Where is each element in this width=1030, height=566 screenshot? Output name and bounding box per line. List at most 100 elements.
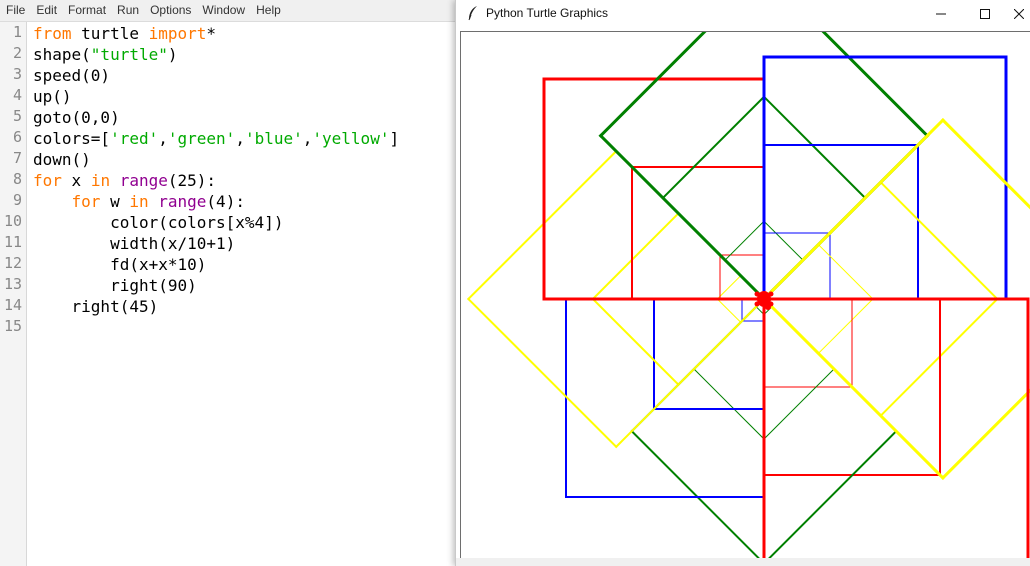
code-token: right(90): [33, 276, 197, 295]
code-line[interactable]: goto(0,0): [33, 107, 120, 128]
code-line[interactable]: for w in range(4):: [33, 191, 245, 212]
turtle-path-segment: [716, 274, 742, 300]
close-icon: [1014, 8, 1024, 19]
code-token: x: [61, 171, 91, 190]
code-token: goto(0,0): [33, 108, 120, 127]
code-token: ]: [389, 129, 400, 148]
minimize-icon: [936, 13, 946, 14]
minimize-button[interactable]: [919, 0, 963, 27]
code-line[interactable]: colors=['red','green','blue','yellow']: [33, 128, 399, 149]
code-token: color(colors[x%4]): [33, 213, 284, 232]
menu-edit[interactable]: Edit: [30, 0, 62, 21]
turtle-path-segment: [591, 211, 680, 301]
code-line[interactable]: from turtle import*: [33, 23, 216, 44]
code-line[interactable]: fd(x+x*10): [33, 254, 206, 275]
code-token: speed(0): [33, 66, 111, 85]
feather-icon: [468, 6, 477, 21]
turtle-path-segment: [716, 298, 742, 324]
code-token: *: [206, 24, 217, 43]
window-bottom-edge: [456, 558, 1030, 566]
turtle-canvas[interactable]: [461, 32, 1030, 559]
line-number: 6: [12, 128, 22, 146]
line-number-gutter: 1 2 3 4 5 6 7 8 9 10 11 12 13 14 15: [0, 22, 27, 566]
window-title: Python Turtle Graphics: [486, 6, 609, 20]
code-token: (4):: [206, 192, 245, 211]
code-token: ): [167, 45, 178, 64]
code-line[interactable]: right(90): [33, 275, 197, 296]
code-line[interactable]: for x in range(25):: [33, 170, 216, 191]
code-token: colors=[: [33, 129, 111, 148]
turtle-path-segment: [761, 296, 946, 481]
line-number: 2: [12, 44, 22, 62]
code-token: ,: [302, 129, 313, 148]
line-number: 5: [12, 107, 22, 125]
code-line[interactable]: down(): [33, 149, 91, 170]
line-number: 14: [3, 296, 22, 314]
code-token: import: [148, 24, 207, 43]
code-line[interactable]: up(): [33, 86, 72, 107]
turtle-path-segment: [466, 149, 618, 301]
code-token: width(x/10+1): [33, 234, 236, 253]
code-token: down(): [33, 150, 91, 169]
turtle-path-segment: [817, 243, 874, 300]
code-token: in: [90, 171, 111, 190]
turtle-canvas-frame: [460, 31, 1030, 559]
maximize-icon: [980, 8, 990, 19]
idle-editor-window: File Edit Format Run Options Window Help 12345…: [0, 0, 460, 566]
turtle-path-segment: [693, 368, 765, 440]
turtle-path-segment: [762, 95, 867, 200]
code-token: 'blue': [244, 129, 303, 148]
turtle-path-segment: [724, 220, 765, 261]
turtle-path-segment: [761, 117, 946, 302]
turtle-path-segment: [466, 297, 618, 449]
turtle-path-segment: [940, 117, 1030, 210]
turtle-path-segment: [598, 133, 767, 302]
turtle-path-segment: [591, 297, 680, 387]
code-token: for: [71, 192, 101, 211]
menu-file[interactable]: File: [0, 0, 30, 21]
code-line[interactable]: speed(0): [33, 65, 110, 86]
turtle-path-segment: [879, 180, 999, 301]
code-token: 'yellow': [312, 129, 390, 148]
code-token: 'green': [167, 129, 236, 148]
turtle-path-segment: [817, 298, 874, 355]
line-number: 4: [12, 86, 22, 104]
code-token: ,: [235, 129, 245, 148]
line-number: 9: [12, 191, 22, 209]
code-token: from: [33, 24, 72, 43]
menu-format[interactable]: Format: [62, 0, 111, 21]
close-button[interactable]: [1007, 0, 1030, 27]
title-bar[interactable]: Python Turtle Graphics: [456, 0, 1030, 27]
menu-run[interactable]: Run: [111, 0, 144, 21]
maximize-button[interactable]: [963, 0, 1007, 27]
turtle-path-segment: [767, 429, 898, 559]
code-token: right(45): [33, 297, 159, 316]
line-number: 12: [3, 254, 22, 272]
line-number: 1: [12, 23, 22, 41]
turtle-path-segment: [763, 368, 835, 440]
code-token: turtle: [71, 24, 149, 43]
code-token: 'red': [110, 129, 159, 148]
code-token: in: [129, 192, 149, 211]
code-token: for: [33, 171, 62, 190]
menu-options[interactable]: Options: [144, 0, 196, 21]
line-number: 13: [3, 275, 22, 293]
turtle-path-segment: [630, 429, 761, 559]
turtle-path-segment: [940, 388, 1030, 481]
code-line[interactable]: shape("turtle"): [33, 44, 178, 65]
code-line[interactable]: right(45): [33, 296, 159, 317]
code-token: range: [119, 171, 168, 190]
line-number: 3: [12, 65, 22, 83]
turtle-path-segment: [661, 95, 766, 200]
code-line[interactable]: width(x/10+1): [33, 233, 235, 254]
code-token: shape(: [33, 45, 91, 64]
turtle-path-segment: [614, 297, 766, 449]
menu-window[interactable]: Window: [196, 0, 250, 21]
menu-help[interactable]: Help: [250, 0, 286, 21]
code-token: (25):: [167, 171, 217, 190]
code-line[interactable]: color(colors[x%4]): [33, 212, 283, 233]
line-number: 7: [12, 149, 22, 167]
